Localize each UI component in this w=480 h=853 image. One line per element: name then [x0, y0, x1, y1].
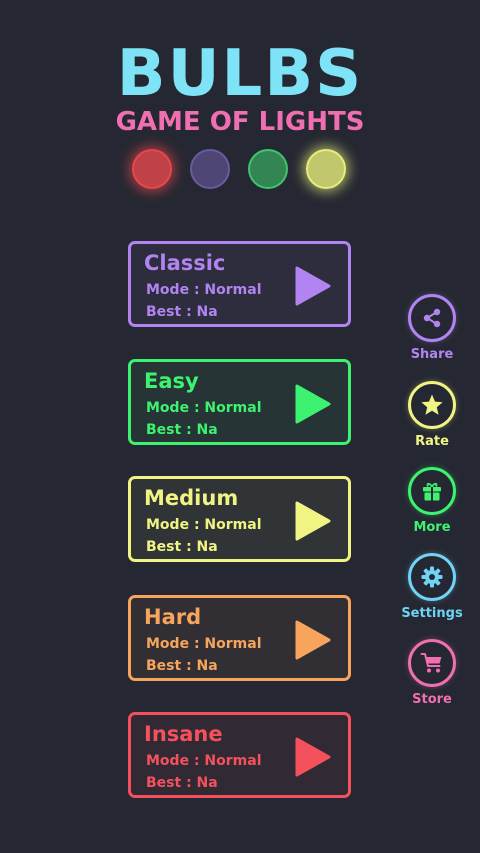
store-button[interactable] [408, 639, 456, 687]
mode-card-mode: Mode : Normal [146, 753, 262, 769]
mode-card-insane[interactable]: Insane Mode : Normal Best : Na [128, 712, 351, 798]
settings-button[interactable] [408, 553, 456, 601]
star-icon [421, 394, 443, 415]
play-icon [295, 737, 331, 777]
mode-card-mode: Mode : Normal [146, 636, 262, 652]
mode-card-mode: Mode : Normal [146, 517, 262, 533]
mode-card-medium[interactable]: Medium Mode : Normal Best : Na [128, 476, 351, 562]
game-title: BULBS [116, 37, 364, 111]
bulb-green [248, 149, 288, 189]
mode-card-best: Best : Na [146, 539, 218, 555]
share-icon [423, 308, 441, 328]
mode-card-mode: Mode : Normal [146, 400, 262, 416]
play-icon [295, 501, 331, 541]
mode-card-hard[interactable]: Hard Mode : Normal Best : Na [128, 595, 351, 681]
mode-card-best: Best : Na [146, 422, 218, 438]
settings-label: Settings [401, 606, 463, 621]
share-label: Share [410, 347, 454, 362]
share-button[interactable] [408, 294, 456, 342]
cart-icon [420, 653, 442, 673]
game-subtitle: GAME OF LIGHTS [115, 107, 365, 137]
play-icon [295, 266, 331, 306]
mode-card-best: Best : Na [146, 658, 218, 674]
mode-card-best: Best : Na [146, 775, 218, 791]
mode-card-mode: Mode : Normal [146, 282, 262, 298]
mode-card-name: Medium [144, 486, 239, 510]
bulb-yellow [306, 149, 346, 189]
gift-icon [423, 482, 441, 501]
mode-card-name: Hard [144, 605, 202, 629]
bulb-purple [190, 149, 230, 189]
mode-card-name: Insane [144, 722, 223, 746]
gear-icon [421, 566, 443, 588]
mode-card-name: Classic [144, 251, 226, 275]
mode-card-easy[interactable]: Easy Mode : Normal Best : Na [128, 359, 351, 445]
mode-card-name: Easy [144, 369, 199, 393]
store-label: Store [412, 692, 452, 707]
mode-card-classic[interactable]: Classic Mode : Normal Best : Na [128, 241, 351, 327]
rate-button[interactable] [408, 381, 456, 429]
more-label: More [413, 520, 451, 535]
bulb-red [132, 149, 172, 189]
rate-label: Rate [415, 434, 449, 449]
play-icon [295, 620, 331, 660]
more-button[interactable] [408, 467, 456, 515]
mode-card-best: Best : Na [146, 304, 218, 320]
play-icon [295, 384, 331, 424]
